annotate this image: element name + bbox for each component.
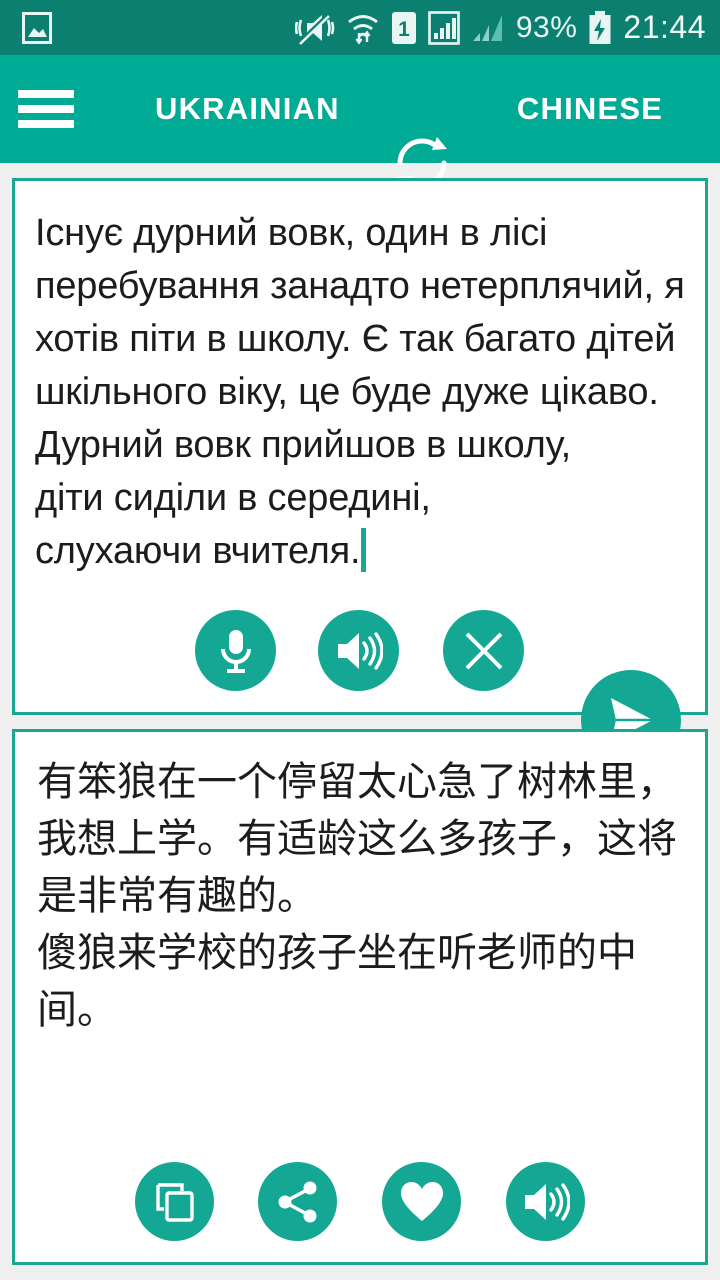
sim1-icon: 1 bbox=[391, 11, 417, 45]
vibrate-mute-icon bbox=[294, 11, 335, 45]
status-bar: 1 93% 21:44 bbox=[0, 0, 720, 55]
share-icon bbox=[277, 1181, 319, 1223]
microphone-icon bbox=[216, 628, 256, 674]
speaker-icon bbox=[335, 630, 383, 672]
translation-text: 有笨狼在一个停留太心急了树林里，我想上学。有适龄这么多孩子，这将是非常有趣的。 … bbox=[37, 760, 677, 1032]
source-text-value: Існує дурний вовк, один в лісі перебуван… bbox=[35, 212, 685, 572]
status-bar-left bbox=[22, 11, 52, 44]
microphone-button[interactable] bbox=[195, 610, 276, 691]
source-text-input[interactable]: Існує дурний вовк, один в лісі перебуван… bbox=[15, 181, 705, 626]
speak-target-button[interactable] bbox=[506, 1162, 585, 1241]
heart-icon bbox=[399, 1181, 445, 1223]
hamburger-menu-icon[interactable] bbox=[18, 90, 74, 128]
signal-bars-secondary-icon bbox=[471, 11, 505, 45]
translation-result-card: 有笨狼在一个停留太心急了树林里，我想上学。有适龄这么多孩子，这将是非常有趣的。 … bbox=[12, 729, 708, 1265]
status-bar-right: 1 93% 21:44 bbox=[294, 9, 706, 46]
text-caret bbox=[361, 528, 367, 572]
wifi-icon bbox=[346, 11, 380, 45]
speaker-icon bbox=[522, 1181, 570, 1223]
source-language-button[interactable]: UKRAINIAN bbox=[155, 91, 339, 127]
app-bar: UKRAINIAN CHINESE bbox=[0, 55, 720, 189]
speak-source-button[interactable] bbox=[318, 610, 399, 691]
copy-icon bbox=[154, 1181, 196, 1223]
target-language-button[interactable]: CHINESE bbox=[505, 91, 675, 127]
favorite-button[interactable] bbox=[382, 1162, 461, 1241]
battery-charging-icon bbox=[588, 10, 612, 45]
svg-text:1: 1 bbox=[398, 18, 410, 41]
clock-label: 21:44 bbox=[623, 9, 706, 45]
clear-button[interactable] bbox=[443, 610, 524, 691]
battery-percent-label: 93% bbox=[515, 10, 578, 44]
share-button[interactable] bbox=[258, 1162, 337, 1241]
close-icon bbox=[463, 630, 505, 672]
copy-button[interactable] bbox=[135, 1162, 214, 1241]
signal-bars-icon bbox=[428, 10, 460, 45]
image-gallery-icon bbox=[22, 11, 52, 44]
